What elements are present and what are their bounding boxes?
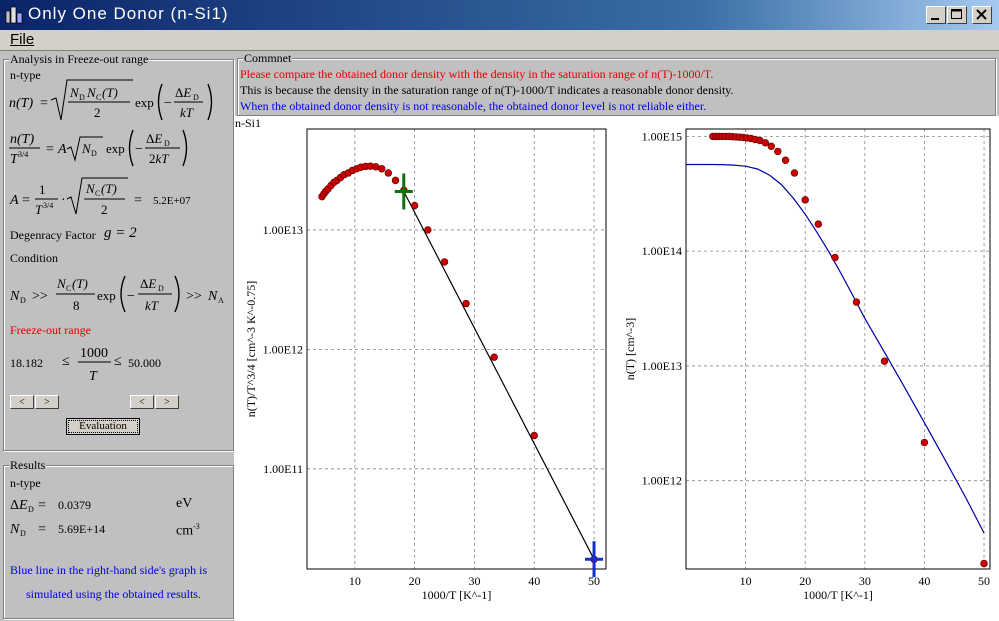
y-tick-label: 1.00E12 [263,342,303,356]
x-tick-label: 30 [468,574,480,588]
nd-symbol: N D = [9,522,46,538]
minimize-icon [931,18,939,20]
y-axis-label: n(T)/T^3/4 [cm^-3 K^-0.75] [244,281,258,418]
y-tick-label: 1.00E11 [263,462,303,476]
data-point [801,196,809,204]
y-tick-label: 1.00E13 [263,223,303,237]
data-point [462,299,470,308]
data-point [410,201,419,210]
svg-text:=: = [38,522,46,537]
results-note-line2: simulated using the obtained results. [26,587,201,601]
plot-frame [685,128,991,570]
svg-text:=: = [38,498,46,513]
y-tick-label: 1.00E15 [642,129,682,143]
comment-line2: This is because the density in the satur… [240,83,734,97]
x-tick-label: 40 [528,574,540,588]
data-point [814,220,823,228]
data-point [384,169,393,177]
minimize-button[interactable] [926,6,946,24]
svg-text:D: D [20,529,26,538]
fit-line [403,191,595,560]
maximize-button[interactable] [947,6,967,24]
x-tick-label: 10 [740,574,752,588]
close-button[interactable] [972,6,992,24]
chart-right: 10 20 30 40 50 1.00E15 1.00E14 1.00E13 1.00E12 10… [623,128,991,602]
nd-unit-exponent: -3 [193,522,200,531]
y-tick-label: 1.00E13 [642,359,682,373]
data-point [980,559,988,568]
data-point [880,357,889,365]
data-point [761,139,769,147]
data-point [391,176,400,185]
data-point [831,253,839,262]
x-tick-label: 40 [918,574,930,588]
x-tick-label: 30 [859,574,871,588]
svg-text:N: N [9,522,20,537]
nd-value: 5.69E+14 [58,522,106,536]
y-tick-label: 1.00E14 [642,244,682,258]
data-point [424,226,432,234]
nd-unit-base: cm [176,523,194,539]
x-tick-label: 10 [349,574,361,588]
delta-e-unit: eV [176,496,193,511]
data-point [852,298,861,306]
chart-left: 10 20 30 40 501.00E131.00E121.00E111000/T [K… [244,128,607,602]
close-icon [976,9,987,20]
svg-text:D: D [28,505,34,514]
data-point [378,165,386,173]
x-tick-label: 20 [409,574,421,588]
data-point [490,353,498,361]
data-point [790,169,799,177]
simulated-line [686,163,985,534]
results-note-line1: Blue line in the right-hand side's graph… [10,563,208,577]
svg-text:ΔE: ΔE [10,498,28,513]
data-point [774,147,782,156]
comment-line1: Please compare the obtained donor densit… [240,67,714,81]
x-tick-label: 50 [978,574,990,588]
delta-e-value: 0.0379 [58,498,91,512]
delta-e-symbol: ΔE D = [10,498,46,514]
comment-group-title: Commnet [243,51,293,66]
data-point [781,156,790,164]
data-point [530,431,538,440]
nd-unit: cm-3 [176,522,200,540]
data-point [767,142,775,150]
comment-line3: When the obtained donor density is not r… [240,99,707,113]
data-point [920,438,929,447]
x-axis-label: 1000/T [K^-1] [803,588,873,602]
y-tick-label: 1.00E12 [642,474,682,488]
maximize-icon [951,9,962,19]
x-tick-label: 20 [799,574,811,588]
x-axis-label: 1000/T [K^-1] [422,588,492,602]
y-axis-label: n(T) [cm^-3] [623,318,637,381]
data-point [440,258,449,266]
